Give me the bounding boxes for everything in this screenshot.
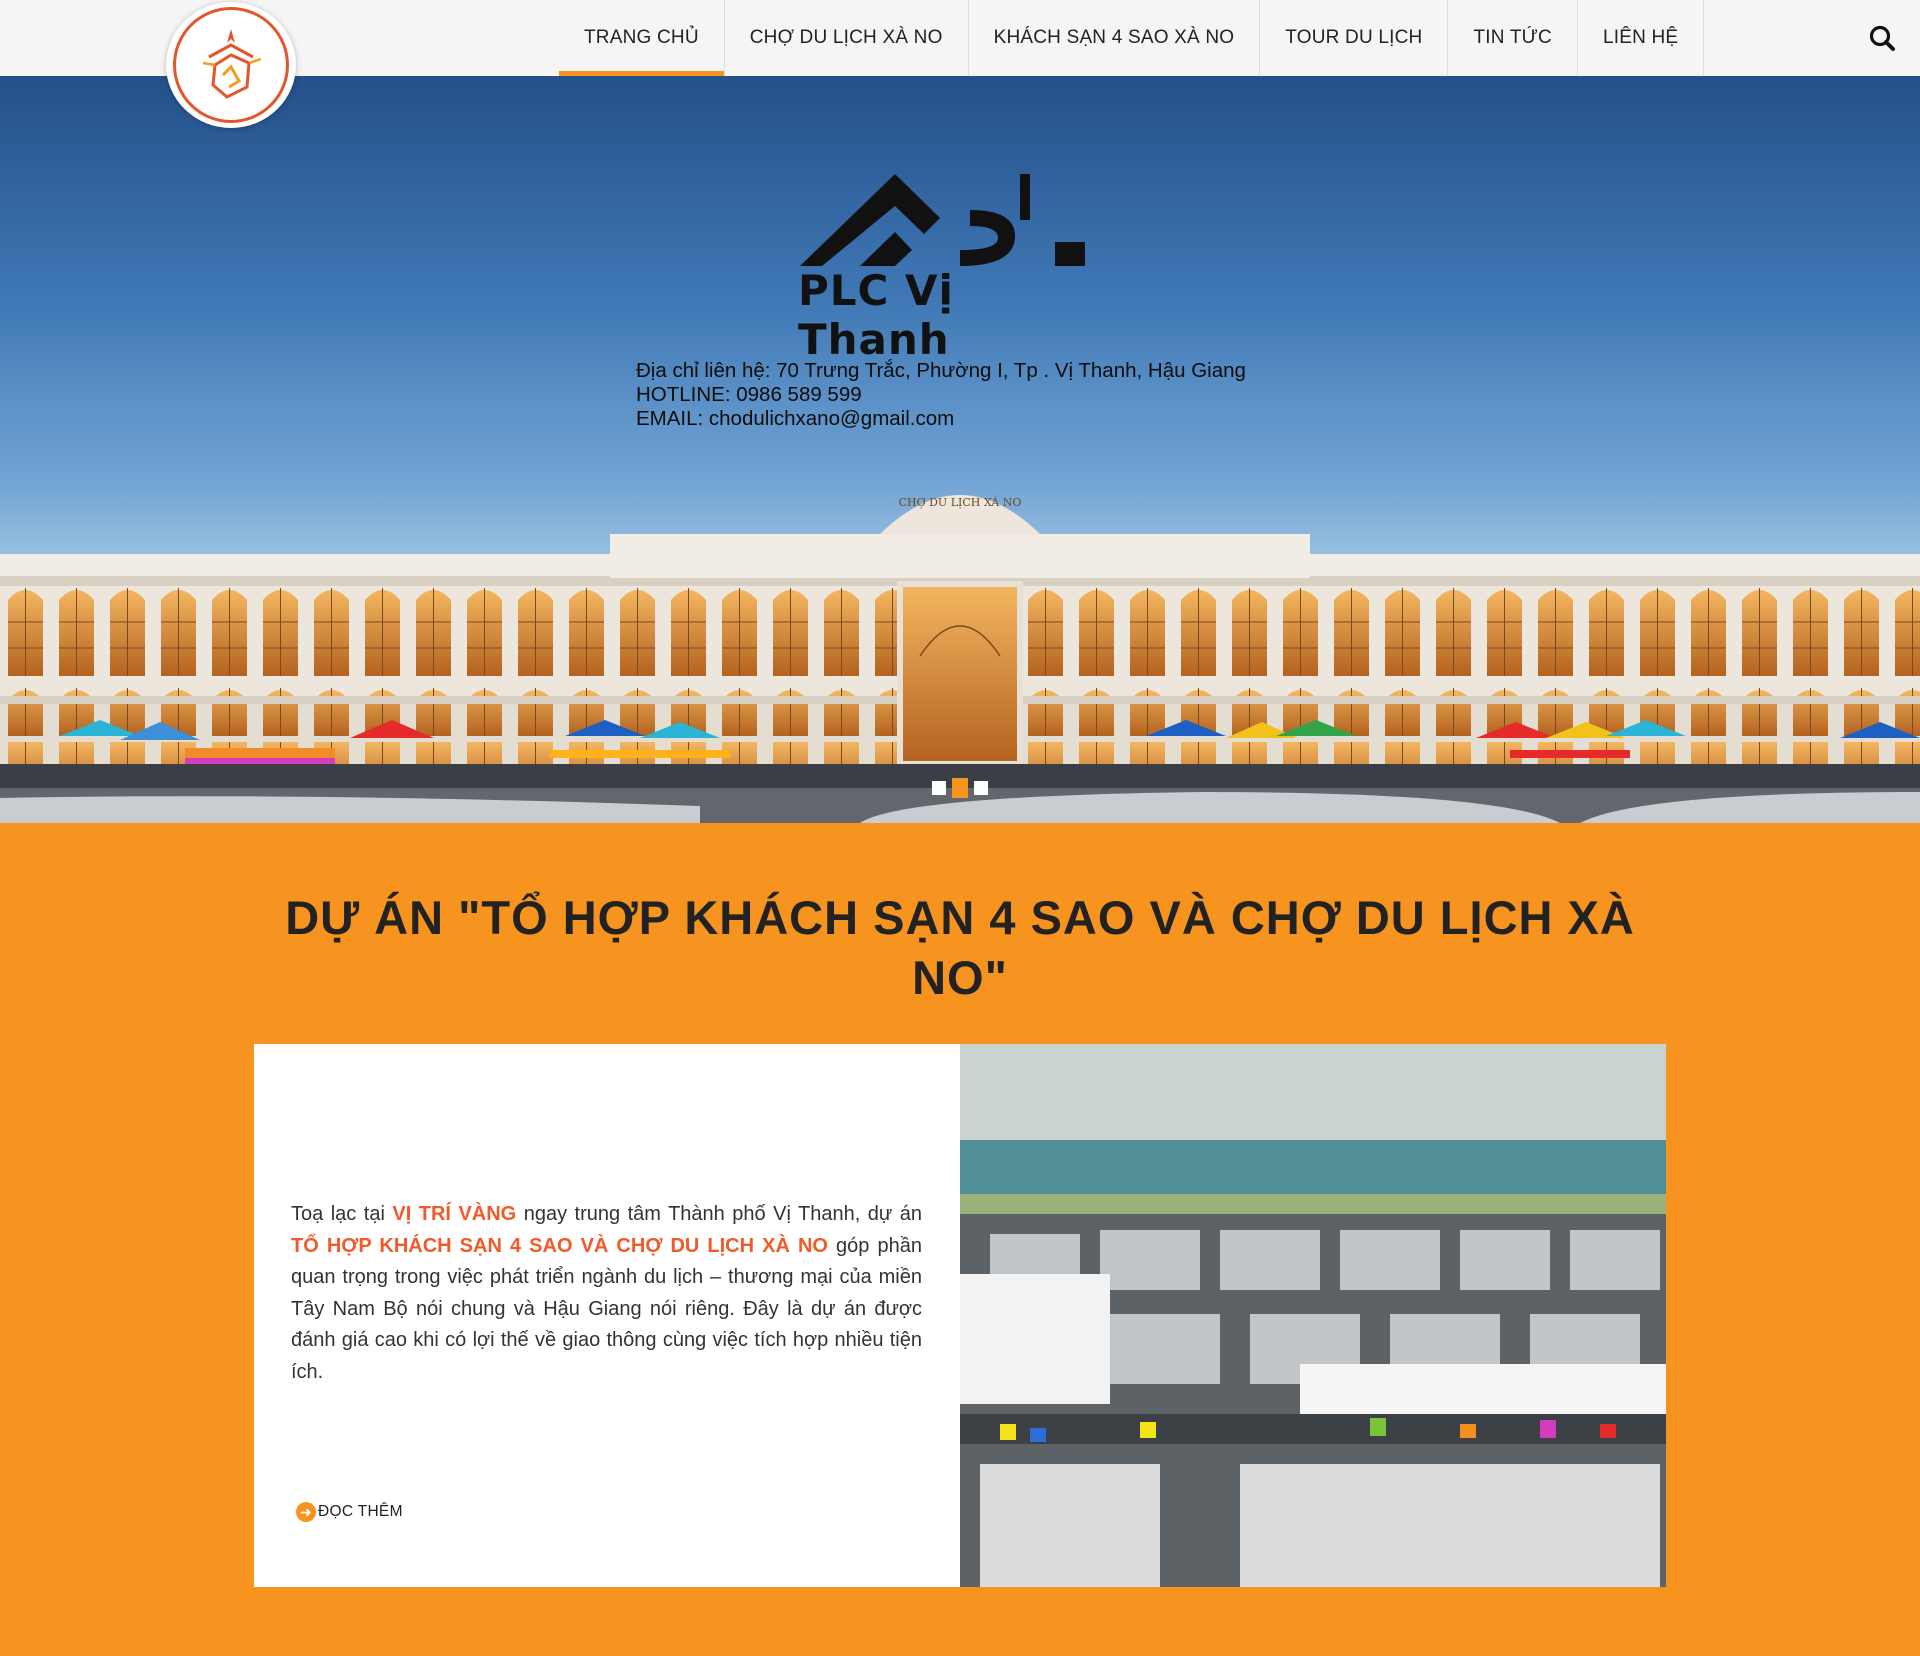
- xa-no-logo-icon: [173, 7, 289, 123]
- nav-item-market[interactable]: CHỢ DU LỊCH XÀ NO: [723, 0, 968, 76]
- read-more-link[interactable]: ➜ ĐỌC THÊM: [296, 1502, 403, 1522]
- contact-info: Địa chỉ liên hệ: 70 Trưng Trắc, Phường I…: [636, 359, 1246, 431]
- slider-dots: [932, 778, 988, 798]
- site-logo[interactable]: [166, 2, 296, 128]
- slider-dot-3[interactable]: [974, 781, 988, 795]
- highlight-golden-location: VỊ TRÍ VÀNG: [392, 1203, 517, 1225]
- search-icon[interactable]: [1866, 22, 1900, 56]
- main-nav: TRANG CHỦ CHỢ DU LỊCH XÀ NO KHÁCH SẠN 4 …: [559, 0, 1705, 76]
- slider-dot-2[interactable]: [952, 778, 968, 798]
- nav-item-tour[interactable]: TOUR DU LỊCH: [1259, 0, 1447, 76]
- contact-address: Địa chỉ liên hệ: 70 Trưng Trắc, Phường I…: [636, 359, 1246, 382]
- project-description: Toạ lạc tại VỊ TRÍ VÀNG ngay trung tâm T…: [291, 1199, 922, 1388]
- brand-name: PLC Vị Thanh: [798, 266, 954, 364]
- nav-item-hotel[interactable]: KHÁCH SẠN 4 SAO XÀ NO: [967, 0, 1260, 76]
- building-sign: CHỢ DU LỊCH XÀ NO: [899, 495, 1022, 509]
- contact-email[interactable]: EMAIL: chodulichxano@gmail.com: [636, 407, 1246, 431]
- hero-banner: CHỢ DU LỊCH XÀ NO PLC Vị Thanh Địa chỉ l…: [0, 76, 1920, 823]
- read-more-label: ĐỌC THÊM: [318, 1503, 403, 1520]
- section-title: DỰ ÁN "TỔ HỢP KHÁCH SẠN 4 SAO VÀ CHỢ DU …: [285, 891, 1635, 1004]
- circle-arrow-right-icon: ➜: [296, 1502, 316, 1522]
- description-text-2: ngay trung tâm Thành phố Vị Thanh, dự án: [516, 1203, 922, 1225]
- highlight-project-name: TỔ HỢP KHÁCH SẠN 4 SAO VÀ CHỢ DU LỊCH XÀ…: [291, 1234, 828, 1257]
- project-description-card: Toạ lạc tại VỊ TRÍ VÀNG ngay trung tâm T…: [254, 1044, 960, 1587]
- contact-hotline[interactable]: HOTLINE: 0986 589 599: [636, 383, 1246, 407]
- nav-item-contact[interactable]: LIÊN HỆ: [1576, 0, 1705, 76]
- description-text-1: Toạ lạc tại: [291, 1203, 393, 1225]
- slider-dot-1[interactable]: [932, 781, 946, 795]
- nav-item-home[interactable]: TRANG CHỦ: [559, 0, 724, 76]
- nav-item-news[interactable]: TIN TỨC: [1447, 0, 1577, 76]
- project-aerial-image: [960, 1044, 1666, 1587]
